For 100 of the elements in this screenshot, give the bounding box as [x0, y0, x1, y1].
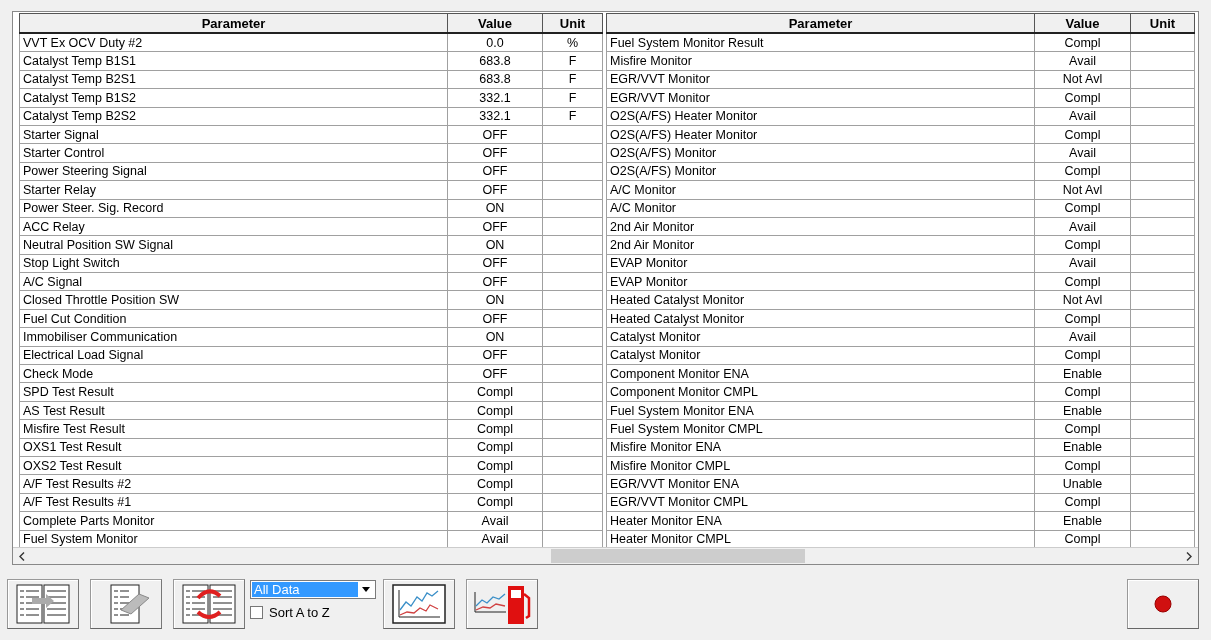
column-header[interactable]: Value	[1034, 13, 1131, 33]
column-header[interactable]: Parameter	[19, 13, 448, 33]
table-cell: Avail	[447, 511, 543, 531]
table-cell: Neutral Position SW Signal	[19, 235, 448, 255]
scroll-right-icon[interactable]	[1186, 551, 1192, 561]
table-cell: Enable	[1034, 401, 1131, 420]
record-button[interactable]	[1127, 579, 1199, 629]
table-cell: EGR/VVT Monitor ENA	[606, 474, 1035, 494]
table-cell: A/C Signal	[19, 272, 448, 291]
table-cell: SPD Test Result	[19, 382, 448, 402]
table-cell: Enable	[1034, 438, 1131, 457]
table-cell: Compl	[1034, 346, 1131, 365]
table-cell: Compl	[447, 493, 543, 512]
table-cell: Avail	[1034, 51, 1131, 71]
table-cell: Heater Monitor ENA	[606, 511, 1035, 531]
table-cell: Avail	[1034, 107, 1131, 126]
table-cell: OFF	[447, 125, 543, 144]
table-cell: O2S(A/FS) Monitor	[606, 162, 1035, 181]
table-cell: Compl	[1034, 235, 1131, 255]
table-cell: Unable	[1034, 474, 1131, 494]
table-cell: Fuel System Monitor CMPL	[606, 419, 1035, 439]
table-cell: Heated Catalyst Monitor	[606, 309, 1035, 328]
table-cell: Avail	[1034, 217, 1131, 236]
sort-checkbox[interactable]: Sort A to Z	[250, 605, 376, 620]
table-cell: O2S(A/FS) Heater Monitor	[606, 125, 1035, 144]
table-cell: ON	[447, 199, 543, 218]
table-cell: Not Avl	[1034, 290, 1131, 310]
column-header[interactable]: Value	[447, 13, 543, 33]
line-graph-icon	[392, 584, 446, 624]
scrollbar-thumb[interactable]	[551, 549, 805, 563]
scroll-left-icon[interactable]	[19, 551, 25, 561]
graph-button[interactable]	[383, 579, 455, 629]
table-cell: OFF	[447, 162, 543, 181]
table-cell: OFF	[447, 143, 543, 163]
table-cell: Avail	[1034, 143, 1131, 163]
table-cell: Fuel System Monitor Result	[606, 33, 1035, 52]
table-cell: ON	[447, 327, 543, 347]
table-cell: Compl	[1034, 199, 1131, 218]
table-cell: Starter Control	[19, 143, 448, 163]
clear-list-button[interactable]	[90, 579, 162, 629]
table-cell: Catalyst Monitor	[606, 346, 1035, 365]
table-cell: Compl	[447, 474, 543, 494]
table-cell: 683.8	[447, 70, 543, 89]
table-cell: 332.1	[447, 107, 543, 126]
table-cell: OXS1 Test Result	[19, 438, 448, 457]
split-view-button[interactable]	[7, 579, 79, 629]
table-cell: Avail	[1034, 254, 1131, 273]
dropdown-caret-icon	[362, 587, 370, 592]
two-lists-arrow-icon	[16, 584, 70, 624]
horizontal-scrollbar[interactable]	[13, 547, 1198, 564]
table-cell: Catalyst Temp B2S2	[19, 107, 448, 126]
table-cell: OFF	[447, 272, 543, 291]
table-cell: Misfire Monitor	[606, 51, 1035, 71]
table-cell: Power Steer. Sig. Record	[19, 199, 448, 218]
table-cell: Compl	[447, 401, 543, 420]
table-cell: OXS2 Test Result	[19, 456, 448, 475]
table-cell: OFF	[447, 346, 543, 365]
table-cell: Power Steering Signal	[19, 162, 448, 181]
table-cell: Enable	[1034, 364, 1131, 383]
table-cell: F	[542, 70, 603, 89]
table-cell: Misfire Monitor ENA	[606, 438, 1035, 457]
table-cell: Heated Catalyst Monitor	[606, 290, 1035, 310]
table-cell: OFF	[447, 217, 543, 236]
table-cell: A/F Test Results #1	[19, 493, 448, 512]
table-cell: Compl	[1034, 125, 1131, 144]
checkbox-box[interactable]	[250, 606, 263, 619]
column-header[interactable]: Parameter	[606, 13, 1035, 33]
table-cell: EGR/VVT Monitor	[606, 88, 1035, 108]
table-cell: OFF	[447, 309, 543, 328]
table-cell: Immobiliser Communication	[19, 327, 448, 347]
table-cell: Compl	[447, 382, 543, 402]
swap-lists-button[interactable]	[173, 579, 245, 629]
table-cell: Catalyst Temp B2S1	[19, 70, 448, 89]
table-cell: O2S(A/FS) Monitor	[606, 143, 1035, 163]
table-cell: ACC Relay	[19, 217, 448, 236]
table-cell: VVT Ex OCV Duty #2	[19, 33, 448, 52]
table-cell: Compl	[1034, 272, 1131, 291]
table-cell: F	[542, 51, 603, 71]
table-cell: AS Test Result	[19, 401, 448, 420]
table-cell: %	[542, 33, 603, 52]
table-cell: Stop Light Switch	[19, 254, 448, 273]
table-cell: EVAP Monitor	[606, 254, 1035, 273]
table-cell: Electrical Load Signal	[19, 346, 448, 365]
fuel-graph-button[interactable]	[466, 579, 538, 629]
table-cell: Starter Relay	[19, 180, 448, 199]
table-cell: Catalyst Temp B1S1	[19, 51, 448, 71]
column-header[interactable]: Unit	[542, 13, 603, 33]
table-cell: ON	[447, 235, 543, 255]
table-cell: Compl	[1034, 88, 1131, 108]
table-cell: Closed Throttle Position SW	[19, 290, 448, 310]
record-icon	[1154, 595, 1172, 613]
table-cell: Component Monitor CMPL	[606, 382, 1035, 402]
table-cell: OFF	[447, 254, 543, 273]
table-cell: Avail	[1034, 327, 1131, 347]
table-cell: Compl	[447, 438, 543, 457]
table-cell: Fuel Cut Condition	[19, 309, 448, 328]
table-cell: EGR/VVT Monitor CMPL	[606, 493, 1035, 512]
table-cell: Starter Signal	[19, 125, 448, 144]
table-cell: O2S(A/FS) Heater Monitor	[606, 107, 1035, 126]
column-header[interactable]: Unit	[1130, 13, 1195, 33]
